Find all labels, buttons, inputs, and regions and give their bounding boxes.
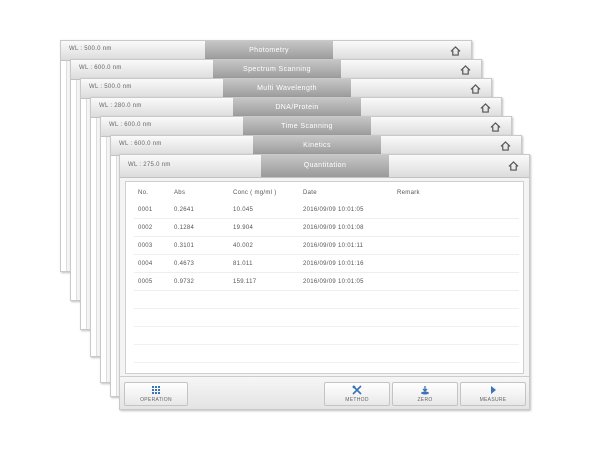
cell-conc: 40.002 — [229, 236, 299, 255]
wavelength-label: WL : 600.0 nm — [119, 141, 162, 147]
empty-row — [134, 326, 519, 345]
cell-date: 2016/09/09 10:01:05 — [299, 272, 393, 291]
table-row[interactable]: 0001 0.2641 10.045 2016/09/09 10:01:05 — [134, 201, 519, 219]
title-bar: WL : 275.0 nm Quantitation — [120, 155, 529, 178]
wavelength-label: WL : 600.0 nm — [109, 122, 152, 128]
table-row[interactable]: 0002 0.1284 19.904 2016/09/09 10:01:08 — [134, 218, 519, 237]
cell-date: 2016/09/09 10:01:11 — [299, 236, 393, 255]
cell-abs: 0.4673 — [170, 254, 229, 273]
column-header-date: Date — [303, 189, 317, 196]
window-edge — [111, 156, 117, 396]
home-icon[interactable] — [450, 46, 461, 56]
home-icon[interactable] — [508, 161, 519, 171]
window-edge — [71, 80, 77, 300]
window-edge — [101, 137, 107, 382]
empty-row — [134, 308, 519, 327]
results-table: No. Abs Conc ( mg/ml ) Date Remark 0001 … — [134, 184, 519, 399]
wavelength-label: WL : 500.0 nm — [89, 84, 132, 90]
cell-no: 0004 — [134, 254, 170, 273]
cell-remark — [393, 236, 519, 255]
home-icon[interactable] — [500, 141, 511, 151]
grid-icon — [152, 386, 160, 394]
title-bar: WL : 280.0 nm DNA/Protein — [91, 98, 501, 118]
table-row[interactable]: 0003 0.3101 40.002 2016/09/09 10:01:11 — [134, 236, 519, 255]
title-bar: WL : 600.0 nm Time Scanning — [101, 117, 511, 137]
cell-remark — [393, 201, 519, 219]
window-title: Kinetics — [253, 136, 381, 155]
home-icon[interactable] — [490, 122, 501, 132]
table-row[interactable]: 0005 0.9732 159.117 2016/09/09 10:01:05 — [134, 272, 519, 291]
empty-row — [134, 344, 519, 363]
cell-no: 0005 — [134, 272, 170, 291]
zero-button[interactable]: ZERO — [392, 382, 458, 406]
operation-button[interactable]: OPERATION — [124, 382, 188, 406]
cell-conc: 10.045 — [229, 201, 299, 219]
table-row[interactable]: 0004 0.4673 81.011 2016/09/09 10:01:16 — [134, 254, 519, 273]
window-edge — [91, 118, 97, 356]
cell-conc: 159.117 — [229, 272, 299, 291]
title-bar: WL : 600.0 nm Kinetics — [111, 136, 521, 156]
window-title: Photometry — [205, 41, 333, 60]
measure-label: MEASURE — [479, 397, 507, 403]
operation-label: OPERATION — [140, 397, 172, 403]
window-title: Spectrum Scanning — [213, 60, 341, 79]
cell-date: 2016/09/09 10:01:16 — [299, 254, 393, 273]
column-header-abs: Abs — [174, 189, 186, 196]
title-bar: WL : 500.0 nm Photometry — [61, 41, 471, 61]
window-title: Quantitation — [261, 155, 389, 177]
zero-label: ZERO — [417, 397, 433, 403]
footer-toolbar: OPERATION METHOD ZERO MEASURE — [120, 376, 529, 409]
cell-abs: 0.1284 — [170, 218, 229, 237]
method-label: METHOD — [345, 397, 369, 403]
column-header-conc: Conc ( mg/ml ) — [233, 189, 277, 196]
window-edge — [81, 99, 87, 329]
window-quantitation[interactable]: WL : 275.0 nm Quantitation No. Abs Conc … — [119, 154, 530, 410]
table-header-row: No. Abs Conc ( mg/ml ) Date Remark — [134, 184, 519, 201]
wavelength-label: WL : 600.0 nm — [79, 65, 122, 71]
window-title: DNA/Protein — [233, 98, 361, 117]
cell-no: 0003 — [134, 236, 170, 255]
cell-remark — [393, 272, 519, 291]
window-edge — [61, 61, 67, 271]
cell-abs: 0.3101 — [170, 236, 229, 255]
column-header-remark: Remark — [397, 189, 420, 196]
wavelength-label: WL : 280.0 nm — [99, 103, 142, 109]
cell-date: 2016/09/09 10:01:05 — [299, 201, 393, 219]
title-bar: WL : 500.0 nm Multi Wavelength — [81, 79, 491, 99]
column-header-no: No. — [138, 189, 149, 196]
home-icon[interactable] — [460, 65, 471, 75]
cell-conc: 81.011 — [229, 254, 299, 273]
window-title: Time Scanning — [243, 117, 371, 136]
cell-date: 2016/09/09 10:01:08 — [299, 218, 393, 237]
title-bar: WL : 600.0 nm Spectrum Scanning — [71, 60, 481, 80]
home-icon[interactable] — [470, 84, 481, 94]
cell-conc: 19.904 — [229, 218, 299, 237]
zero-icon — [421, 386, 429, 395]
cell-remark — [393, 218, 519, 237]
cell-no: 0001 — [134, 201, 170, 219]
play-icon — [491, 386, 496, 394]
measure-button[interactable]: MEASURE — [460, 382, 526, 406]
cell-no: 0002 — [134, 218, 170, 237]
method-button[interactable]: METHOD — [324, 382, 390, 406]
home-icon[interactable] — [480, 103, 491, 113]
wavelength-label: WL : 500.0 nm — [69, 46, 112, 52]
cell-remark — [393, 254, 519, 273]
cell-abs: 0.9732 — [170, 272, 229, 291]
wavelength-label: WL : 275.0 nm — [128, 162, 171, 168]
results-panel: No. Abs Conc ( mg/ml ) Date Remark 0001 … — [125, 181, 524, 399]
window-title: Multi Wavelength — [223, 79, 351, 98]
empty-row — [134, 290, 519, 309]
tools-icon — [352, 385, 362, 395]
cell-abs: 0.2641 — [170, 201, 229, 219]
